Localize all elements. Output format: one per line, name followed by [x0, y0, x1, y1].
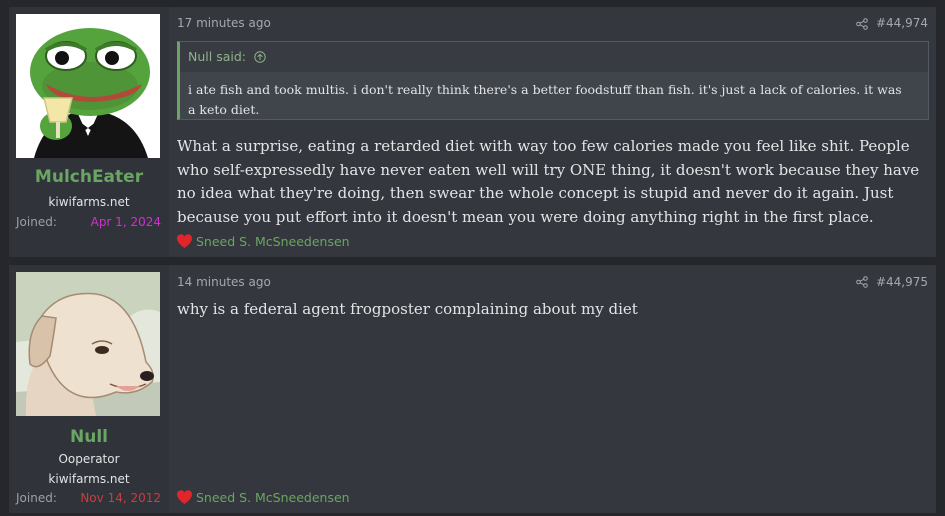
- dog-avatar-image: [16, 272, 160, 416]
- avatar[interactable]: [16, 14, 160, 158]
- post-timestamp[interactable]: 17 minutes ago: [177, 16, 271, 30]
- user-title: Ooperator: [58, 452, 120, 466]
- quote-author[interactable]: Null said:: [188, 49, 246, 64]
- reaction-summary[interactable]: Sneed S. McSneedensen: [176, 489, 350, 506]
- username[interactable]: MulchEater: [9, 167, 169, 187]
- pepe-frog-avatar-image: [16, 14, 160, 158]
- reaction-summary[interactable]: Sneed S. McSneedensen: [176, 233, 350, 250]
- joined-label: Joined:: [16, 215, 57, 229]
- post-44975: Null Ooperator kiwifarms.net Joined: Nov…: [8, 264, 937, 514]
- quote-text: i ate fish and took multis. i don't real…: [188, 82, 902, 117]
- quote-header[interactable]: Null said:: [180, 42, 928, 72]
- reaction-user[interactable]: Sneed S. McSneedensen: [196, 490, 350, 505]
- post-message: What a surprise, eating a retarded diet …: [177, 137, 920, 226]
- joined-label: Joined:: [16, 491, 57, 505]
- heart-reaction-icon: [177, 234, 192, 248]
- reaction-user[interactable]: Sneed S. McSneedensen: [196, 234, 350, 249]
- joined-date: Nov 14, 2012: [80, 491, 161, 505]
- user-site: kiwifarms.net: [48, 195, 130, 209]
- post-number[interactable]: #44,975: [876, 275, 928, 289]
- user-cell: MulchEater kiwifarms.net Joined: Apr 1, …: [9, 7, 169, 257]
- post-message: why is a federal agent frogposter compla…: [177, 300, 638, 318]
- user-site: kiwifarms.net: [48, 472, 130, 486]
- share-icon[interactable]: [856, 18, 868, 30]
- user-cell: Null Ooperator kiwifarms.net Joined: Nov…: [9, 265, 169, 513]
- username[interactable]: Null: [9, 427, 169, 447]
- joined-date: Apr 1, 2024: [90, 215, 161, 229]
- heart-reaction-icon: [177, 490, 192, 504]
- post-44974: MulchEater kiwifarms.net Joined: Apr 1, …: [8, 6, 937, 258]
- post-timestamp[interactable]: 14 minutes ago: [177, 275, 271, 289]
- jump-up-arrow-icon[interactable]: [254, 51, 266, 63]
- quote-block: Null said: i ate fish and took multis. i…: [177, 41, 929, 120]
- share-icon[interactable]: [856, 276, 868, 288]
- post-number[interactable]: #44,974: [876, 16, 928, 30]
- avatar[interactable]: [16, 272, 160, 416]
